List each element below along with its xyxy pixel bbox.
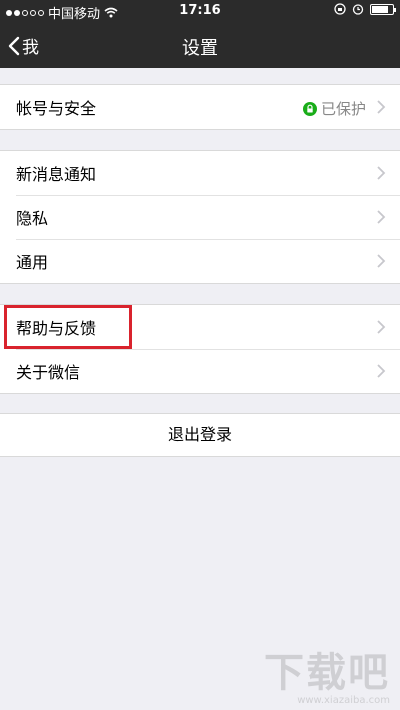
chevron-right-icon	[377, 166, 386, 180]
watermark-text: 下载吧	[264, 650, 390, 696]
status-badge: 已保护	[302, 98, 366, 119]
watermark-url: www.xiazaiba.com	[297, 695, 390, 706]
chevron-right-icon	[377, 100, 386, 114]
settings-item-privacy[interactable]: 隐私	[0, 195, 400, 239]
chevron-right-icon	[377, 364, 386, 378]
logout-button[interactable]: 退出登录	[0, 413, 400, 457]
settings-item-label: 帐号与安全	[16, 99, 97, 118]
rotation-lock-icon	[334, 3, 346, 15]
settings-item-label: 新消息通知	[16, 165, 97, 184]
status-right	[334, 3, 396, 15]
chevron-right-icon	[377, 210, 386, 224]
chevron-right-icon	[377, 254, 386, 268]
settings-group-account: 帐号与安全 已保护	[0, 84, 400, 130]
settings-item-label: 关于微信	[16, 363, 81, 382]
nav-bar: 我 设置	[0, 22, 400, 68]
settings-item-label: 隐私	[16, 209, 49, 228]
protected-status-text: 已保护	[320, 100, 366, 118]
settings-item-account-security[interactable]: 帐号与安全 已保护	[0, 85, 400, 129]
alarm-icon	[352, 4, 364, 15]
settings-group-general: 新消息通知 隐私 通用	[0, 150, 400, 284]
highlight-box	[4, 305, 132, 349]
battery-icon	[370, 3, 396, 15]
lock-icon	[302, 101, 317, 116]
page-title: 设置	[182, 38, 218, 59]
settings-item-about-wechat[interactable]: 关于微信	[0, 349, 400, 393]
watermark: 下载吧 www.xiazaiba.com	[264, 651, 390, 706]
chevron-right-icon	[377, 320, 386, 334]
settings-item-notifications[interactable]: 新消息通知	[0, 151, 400, 195]
settings-item-general[interactable]: 通用	[0, 239, 400, 283]
status-bar: 中国移动 17:16	[0, 0, 400, 22]
settings-item-label: 通用	[16, 253, 49, 272]
